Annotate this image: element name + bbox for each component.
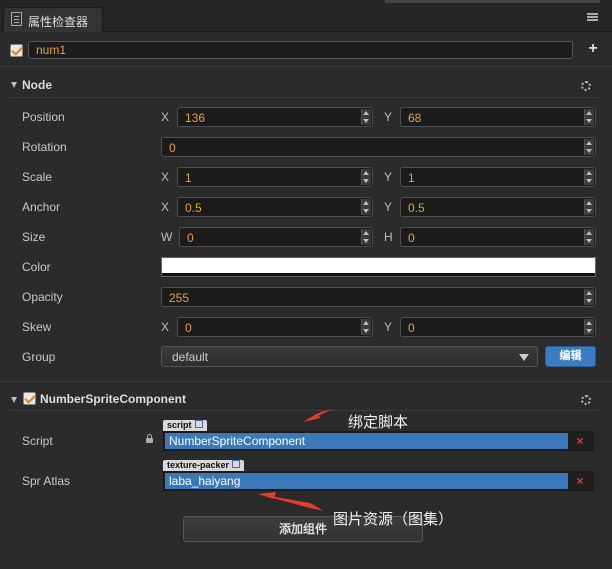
annotation-image-resource: 图片资源（图集） [333, 510, 454, 528]
annotation-arrows [258, 409, 333, 511]
annotation-bind-script: 绑定脚本 [348, 413, 409, 431]
